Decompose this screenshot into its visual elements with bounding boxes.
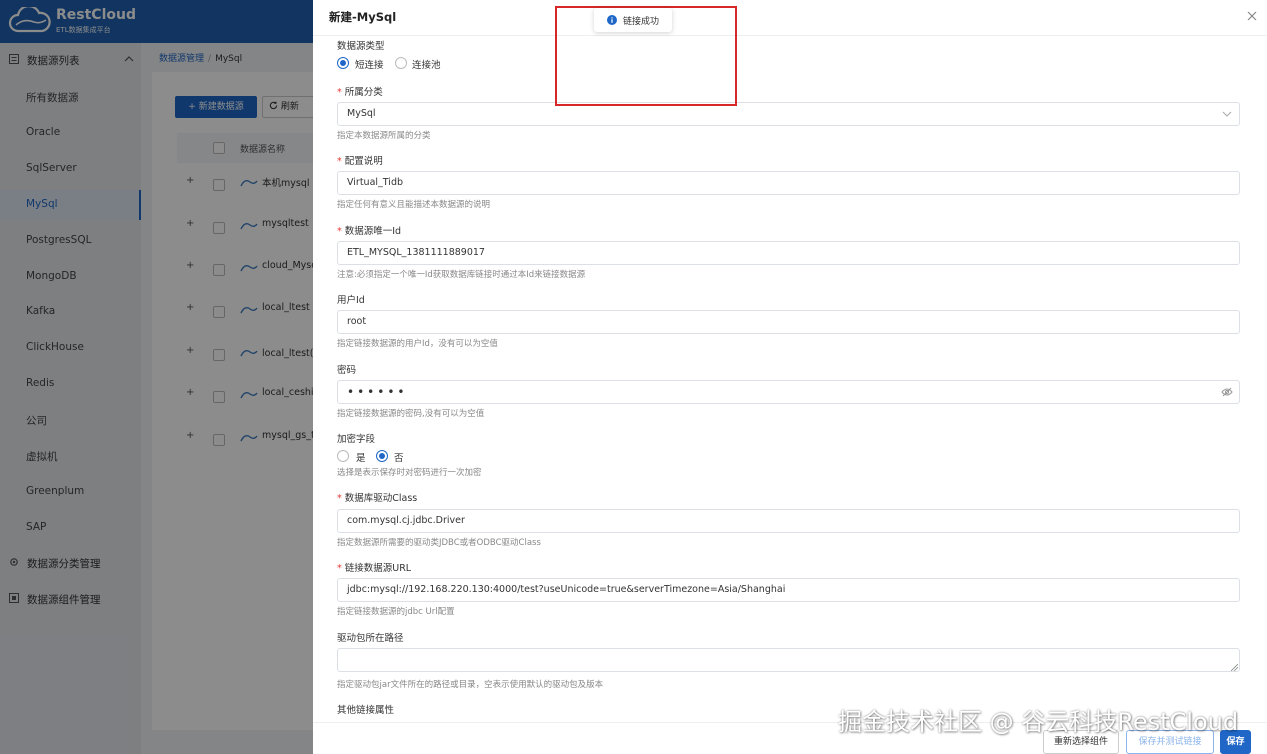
radio-connection-pool-label[interactable]: 连接池 — [412, 57, 441, 71]
new-mysql-drawer: 新建-MySql 数据源类型 短连接 连接池 * 所属分类 MySql 指定本数据… — [313, 0, 1267, 754]
description-label-text: 配置说明 — [344, 156, 383, 167]
eye-off-icon[interactable] — [1221, 387, 1233, 397]
unique-id-label-text: 数据源唯一Id — [344, 226, 402, 237]
drawer-title: 新建-MySql — [329, 10, 397, 24]
radio-encrypt-yes[interactable] — [337, 450, 349, 462]
driver-class-label-text: 数据库驱动Class — [344, 493, 418, 504]
url-label: * 链接数据源URL — [337, 560, 411, 574]
description-label: * 配置说明 — [337, 153, 383, 167]
radio-short-connection-label[interactable]: 短连接 — [355, 57, 384, 71]
driver-class-hint: 指定数据源所需要的驱动类JDBC或者ODBC驱动Class — [337, 538, 541, 548]
category-select[interactable]: MySql — [337, 102, 1240, 126]
chevron-down-icon — [1222, 111, 1232, 117]
resize-handle-icon[interactable] — [1231, 664, 1238, 671]
description-hint: 指定任何有意义且能描述本数据源的说明 — [337, 200, 491, 210]
category-select-value: MySql — [347, 108, 376, 119]
success-toast: 链接成功 — [594, 8, 672, 32]
other-props-label: 其他链接属性 — [337, 705, 395, 716]
user-id-hint: 指定链接数据源的用户Id，没有可以为空值 — [337, 339, 498, 349]
driver-path-hint: 指定驱动包jar文件所在的路径或目录，空表示使用默认的驱动包及版本 — [337, 680, 604, 690]
radio-encrypt-yes-label[interactable]: 是 — [356, 450, 366, 464]
info-icon — [607, 15, 617, 25]
watermark: 掘金技术社区 @ 谷云科技RestCloud — [838, 708, 1239, 736]
category-hint: 指定本数据源所属的分类 — [337, 131, 431, 141]
driver-class-label: * 数据库驱动Class — [337, 490, 417, 504]
url-input[interactable]: jdbc:mysql://192.168.220.130:4000/test?u… — [337, 578, 1240, 602]
radio-connection-pool[interactable] — [395, 57, 407, 69]
toast-message: 链接成功 — [623, 17, 660, 27]
url-label-text: 链接数据源URL — [344, 563, 412, 574]
unique-id-label: * 数据源唯一Id — [337, 223, 401, 237]
radio-encrypt-no-label[interactable]: 否 — [394, 450, 404, 464]
required-mark: * — [337, 493, 342, 504]
url-hint: 指定链接数据源的jdbc Url配置 — [337, 607, 455, 617]
password-value: •••••• — [347, 385, 408, 399]
user-id-label: 用户Id — [337, 295, 365, 306]
description-input[interactable]: Virtual_Tidb — [337, 171, 1240, 195]
password-hint: 指定链接数据源的密码,没有可以为空值 — [337, 409, 485, 419]
close-icon[interactable] — [1246, 10, 1258, 22]
drawer-header: 新建-MySql — [313, 0, 1267, 36]
modal-overlay[interactable] — [0, 0, 313, 754]
user-id-input[interactable]: root — [337, 310, 1240, 334]
radio-encrypt-no[interactable] — [376, 450, 388, 462]
unique-id-input[interactable]: ETL_MYSQL_1381111889017 — [337, 241, 1240, 265]
category-label: * 所属分类 — [337, 84, 383, 98]
password-input[interactable]: •••••• — [337, 380, 1240, 404]
required-mark: * — [337, 156, 342, 167]
required-mark: * — [337, 226, 342, 237]
encrypt-label: 加密字段 — [337, 434, 376, 445]
driver-class-input[interactable]: com.mysql.cj.jdbc.Driver — [337, 509, 1240, 533]
encrypt-hint: 选择是表示保存时对密码进行一次加密 — [337, 468, 482, 478]
required-mark: * — [337, 87, 342, 98]
password-label: 密码 — [337, 365, 357, 376]
radio-short-connection[interactable] — [337, 57, 349, 69]
driver-path-label: 驱动包所在路径 — [337, 633, 404, 644]
unique-id-hint: 注意:必须指定一个唯一Id获取数据库链接时通过本Id来链接数据源 — [337, 270, 586, 280]
driver-path-textarea[interactable] — [337, 648, 1240, 672]
required-mark: * — [337, 563, 342, 574]
conn-type-label: 数据源类型 — [337, 41, 385, 52]
category-label-text: 所属分类 — [344, 87, 383, 98]
